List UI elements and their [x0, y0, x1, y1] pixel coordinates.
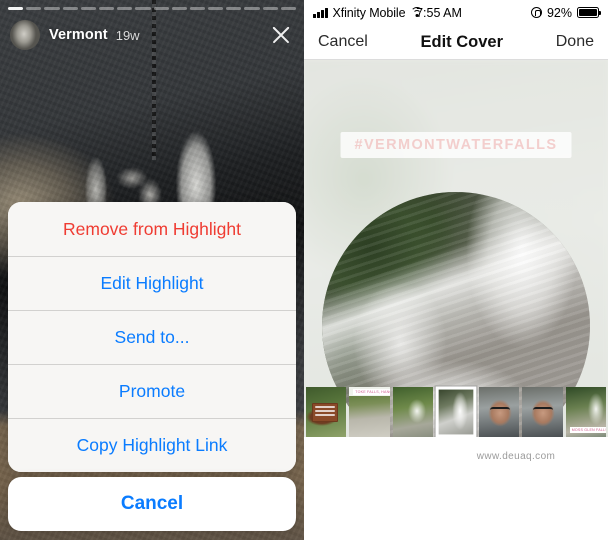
- status-bar-left: Xfinity Mobile: [313, 5, 424, 20]
- story-progress-segment: [208, 7, 224, 10]
- trail-sign-graphic: [312, 403, 338, 422]
- wifi-icon: [410, 7, 424, 18]
- story-progress-segment: [98, 7, 115, 10]
- status-bar: Xfinity Mobile 7:55 AM 92%: [304, 0, 608, 25]
- cover-thumbnail[interactable]: [392, 387, 433, 437]
- hashtag-sticker: #VERMONTWATERFALLS: [340, 132, 572, 158]
- signal-bars-icon: [313, 8, 328, 18]
- story-progress-segment: [171, 7, 187, 10]
- status-bar-right: 92%: [530, 5, 602, 20]
- cancel-button[interactable]: Cancel: [318, 33, 368, 51]
- action-sheet-item[interactable]: Remove from Highlight: [8, 202, 296, 256]
- story-progress-bar: [8, 7, 296, 10]
- story-progress-segment: [244, 7, 260, 10]
- story-progress-segment: [280, 7, 296, 10]
- rotation-lock-icon: [530, 7, 542, 18]
- cover-thumbnail-strip: TOKE FALLS, HANCOCK, VT MOSS GLEN FALLS: [304, 386, 608, 438]
- screenshot-root: Vermont 19w Remove from Highlight Edit Hi…: [0, 0, 608, 540]
- watermark-bar: www.deuaq.com: [304, 437, 608, 475]
- thumbnail-location-tag: TOKE FALLS, HANCOCK, VT: [353, 389, 390, 395]
- story-progress-segment: [153, 7, 169, 10]
- done-button[interactable]: Done: [556, 33, 594, 51]
- story-header: Vermont 19w: [10, 18, 294, 52]
- story-progress-segment: [44, 7, 60, 10]
- action-sheet-item[interactable]: Send to...: [8, 310, 296, 364]
- action-sheet-item[interactable]: Edit Highlight: [8, 256, 296, 310]
- cover-thumbnail[interactable]: [479, 387, 520, 437]
- site-watermark: www.deuaq.com: [476, 450, 556, 462]
- story-progress-segment: [26, 7, 42, 10]
- story-progress-segment: [226, 7, 242, 10]
- carrier-label: Xfinity Mobile: [332, 5, 406, 20]
- edit-cover-panel: Xfinity Mobile 7:55 AM 92% Cancel Edit C…: [304, 0, 608, 540]
- battery-fill: [579, 9, 597, 16]
- story-timestamp: 19w: [115, 27, 140, 43]
- story-progress-segment: [135, 7, 151, 10]
- story-progress-segment: [80, 7, 96, 10]
- cover-thumbnail[interactable]: TOKE FALLS, HANCOCK, VT: [349, 387, 390, 437]
- cover-thumbnail[interactable]: [306, 387, 347, 437]
- cover-thumbnail[interactable]: [522, 387, 563, 437]
- navigation-bar: Cancel Edit Cover Done: [304, 25, 608, 60]
- story-progress-segment: [62, 7, 78, 10]
- story-progress-segment: [117, 7, 133, 10]
- story-username[interactable]: Vermont: [49, 27, 108, 43]
- instagram-story-panel: Vermont 19w Remove from Highlight Edit Hi…: [0, 0, 304, 540]
- page-title: Edit Cover: [420, 32, 504, 51]
- story-progress-segment: [189, 7, 206, 10]
- action-sheet-cancel-button[interactable]: Cancel: [8, 477, 296, 531]
- battery-percent-label: 92%: [546, 5, 572, 20]
- story-progress-segment: [262, 7, 278, 10]
- story-progress-segment: [8, 7, 24, 10]
- action-sheet: Remove from Highlight Edit Highlight Send …: [8, 202, 296, 472]
- cover-thumbnail[interactable]: [435, 386, 477, 438]
- avatar[interactable]: [10, 20, 40, 50]
- battery-icon: [577, 7, 602, 18]
- cover-thumbnail[interactable]: MOSS GLEN FALLS: [565, 387, 606, 437]
- action-sheet-item[interactable]: Promote: [8, 364, 296, 418]
- close-icon[interactable]: [268, 22, 294, 48]
- thumbnail-location-tag: MOSS GLEN FALLS: [569, 427, 606, 433]
- cover-preview-stage: #VERMONTWATERFALLS TOKE FALLS, HANCOCK, …: [304, 60, 608, 475]
- action-sheet-item[interactable]: Copy Highlight Link: [8, 418, 296, 472]
